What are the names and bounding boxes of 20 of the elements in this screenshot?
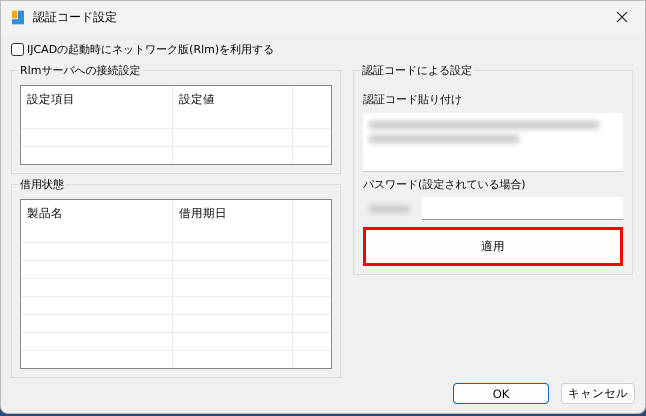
code-field[interactable] — [363, 113, 623, 172]
password-field[interactable] — [422, 197, 623, 220]
column-header[interactable]: 設定値 — [173, 86, 293, 111]
group-title: 認証コードによる設定 — [360, 63, 474, 78]
apply-button[interactable]: 適用 — [363, 227, 623, 266]
field-label: パスワード(設定されている場合) — [363, 177, 527, 193]
column-header[interactable]: 借用期日 — [173, 200, 293, 225]
close-icon[interactable] — [616, 11, 628, 23]
cancel-button[interactable]: キャンセル — [561, 383, 635, 404]
checkbox[interactable] — [11, 42, 24, 56]
group-title: 借用状態 — [18, 177, 66, 192]
column-header[interactable]: 設定項目 — [21, 86, 173, 111]
column-header[interactable]: 製品名 — [21, 200, 173, 225]
ok-button[interactable]: OK — [453, 383, 549, 404]
field-label: 認証コード貼り付け — [363, 92, 463, 108]
group-title: Rlmサーバへの接続設定 — [18, 63, 142, 78]
window-title: 認証コード設定 — [33, 8, 117, 26]
checkbox-label: IJCADの起動時にネットワーク版(Rlm)を利用する — [27, 42, 274, 56]
blurred-content — [369, 204, 409, 212]
app-icon — [12, 10, 24, 24]
